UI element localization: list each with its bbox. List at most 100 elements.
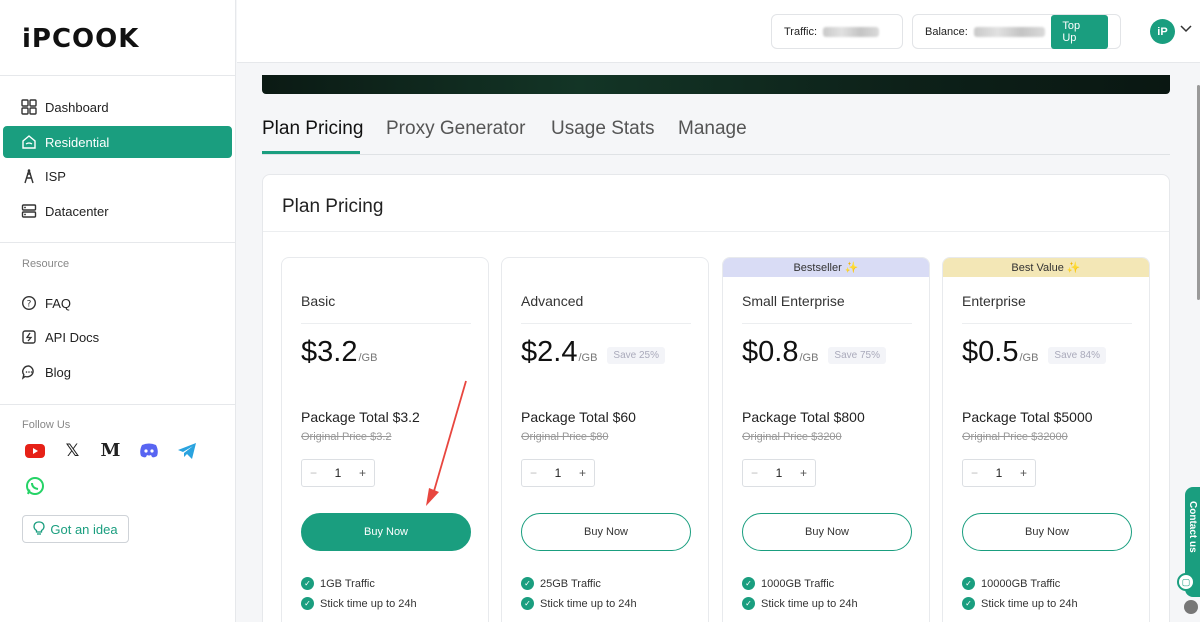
youtube-icon[interactable] [22, 438, 47, 463]
telegram-icon[interactable] [174, 438, 199, 463]
feature-label: 10000GB Traffic [981, 577, 1061, 590]
save-badge: Save 84% [1048, 347, 1106, 364]
plan-card: Bestseller ✨ Small Enterprise $0.8/GB Save … [722, 257, 930, 622]
quantity-value[interactable]: 1 [776, 466, 783, 480]
package-total: Package Total $5000 [962, 409, 1093, 425]
top-up-button[interactable]: Top Up [1051, 14, 1108, 49]
plan-price: $0.8/GB Save 75% [742, 336, 886, 369]
sidebar-item-faq[interactable]: ? FAQ [3, 287, 232, 319]
sidebar-item-isp[interactable]: ISP [3, 160, 232, 192]
feature-item: ✓ 1GB Traffic [301, 577, 375, 590]
dashboard-icon [20, 98, 38, 116]
buy-now-button[interactable]: Buy Now [962, 513, 1132, 551]
tab-proxy-generator[interactable]: Proxy Generator [386, 118, 525, 140]
quantity-stepper[interactable]: − 1 + [301, 459, 375, 487]
check-icon: ✓ [962, 597, 975, 610]
decrement-button[interactable]: − [530, 466, 537, 480]
traffic-label: Traffic: [784, 25, 818, 38]
balance-label: Balance: [925, 25, 968, 38]
save-badge: Save 75% [828, 347, 886, 364]
decrement-button[interactable]: − [310, 466, 317, 480]
sidebar: iPCOOK Dashboard Residential ISP Datacen… [0, 0, 236, 622]
buy-now-button[interactable]: Buy Now [301, 513, 471, 551]
sidebar-item-api-docs[interactable]: API Docs [3, 321, 232, 353]
package-total: Package Total $800 [742, 409, 865, 425]
increment-button[interactable]: + [579, 466, 586, 480]
feature-item: ✓ Stick time up to 24h [962, 597, 1078, 610]
buy-now-button[interactable]: Buy Now [742, 513, 912, 551]
decrement-button[interactable]: − [971, 466, 978, 480]
price-unit: /GB [358, 352, 378, 364]
plan-ribbon: Bestseller ✨ [723, 258, 929, 277]
decrement-button[interactable]: − [751, 466, 758, 480]
chat-icon [20, 363, 38, 381]
active-tab-indicator [262, 151, 360, 154]
sidebar-item-label: Dashboard [45, 99, 109, 115]
chat-bubble-icon[interactable]: ▢ [1177, 573, 1195, 591]
tab-manage[interactable]: Manage [678, 118, 747, 140]
price-value: $0.5 [962, 336, 1019, 368]
quantity-stepper[interactable]: − 1 + [742, 459, 816, 487]
divider [742, 323, 912, 324]
buy-now-button[interactable]: Buy Now [521, 513, 691, 551]
resource-section-label: Resource [22, 258, 70, 270]
quantity-value[interactable]: 1 [996, 466, 1003, 480]
feature-label: Stick time up to 24h [540, 597, 637, 610]
quantity-stepper[interactable]: − 1 + [962, 459, 1036, 487]
svg-text:?: ? [27, 300, 32, 310]
increment-button[interactable]: + [1020, 466, 1027, 480]
floating-dot[interactable] [1184, 600, 1198, 614]
original-price: Original Price $3.2 [301, 431, 392, 443]
plan-name: Advanced [521, 293, 584, 309]
divider [962, 323, 1132, 324]
plan-price: $0.5/GB Save 84% [962, 336, 1106, 369]
ipcook-logo[interactable]: iPCOOK [22, 24, 139, 54]
sidebar-item-residential[interactable]: Residential [3, 126, 232, 158]
chevron-down-icon[interactable] [1180, 22, 1192, 36]
plan-card: Best Value ✨ Enterprise $0.5/GB Save 84% Pac… [942, 257, 1150, 622]
price-value: $3.2 [301, 336, 358, 368]
price-unit: /GB [799, 352, 819, 364]
sidebar-item-label: FAQ [45, 295, 72, 311]
social-links: 𝕏 M [22, 438, 199, 463]
sidebar-item-blog[interactable]: Blog [3, 356, 232, 388]
price-value: $2.4 [521, 336, 578, 368]
user-avatar[interactable]: iP [1150, 19, 1175, 44]
traffic-value-redacted [823, 26, 880, 37]
feature-item: ✓ 1000GB Traffic [742, 577, 834, 590]
tab-usage-stats[interactable]: Usage Stats [551, 118, 655, 140]
quantity-value[interactable]: 1 [555, 466, 562, 480]
feature-item: ✓ Stick time up to 24h [521, 597, 637, 610]
balance-value-redacted [973, 26, 1046, 37]
price-unit: /GB [578, 352, 598, 364]
sidebar-item-label: Datacenter [45, 203, 109, 219]
sidebar-item-datacenter[interactable]: Datacenter [3, 195, 232, 227]
social-links-row2 [22, 473, 47, 498]
increment-button[interactable]: + [359, 466, 366, 480]
tab-plan-pricing[interactable]: Plan Pricing [262, 118, 363, 140]
x-icon[interactable]: 𝕏 [60, 438, 85, 463]
panel-title: Plan Pricing [282, 196, 384, 217]
quantity-value[interactable]: 1 [335, 466, 342, 480]
feature-item: ✓ Stick time up to 24h [301, 597, 417, 610]
price-value: $0.8 [742, 336, 799, 368]
home-icon [20, 133, 38, 151]
got-an-idea-button[interactable]: Got an idea [22, 515, 129, 543]
feature-label: Stick time up to 24h [320, 597, 417, 610]
check-icon: ✓ [742, 597, 755, 610]
sidebar-item-dashboard[interactable]: Dashboard [3, 91, 232, 123]
check-icon: ✓ [521, 577, 534, 590]
whatsapp-icon[interactable] [22, 473, 47, 498]
feature-item: ✓ Stick time up to 24h [742, 597, 858, 610]
check-icon: ✓ [962, 577, 975, 590]
discord-icon[interactable] [136, 438, 161, 463]
divider [263, 231, 1169, 232]
increment-button[interactable]: + [800, 466, 807, 480]
quantity-stepper[interactable]: − 1 + [521, 459, 595, 487]
divider [0, 404, 236, 405]
check-icon: ✓ [301, 597, 314, 610]
plan-price: $2.4/GB Save 25% [521, 336, 665, 369]
save-badge: Save 25% [607, 347, 665, 364]
medium-icon[interactable]: M [98, 438, 123, 463]
promo-banner[interactable] [262, 75, 1170, 94]
